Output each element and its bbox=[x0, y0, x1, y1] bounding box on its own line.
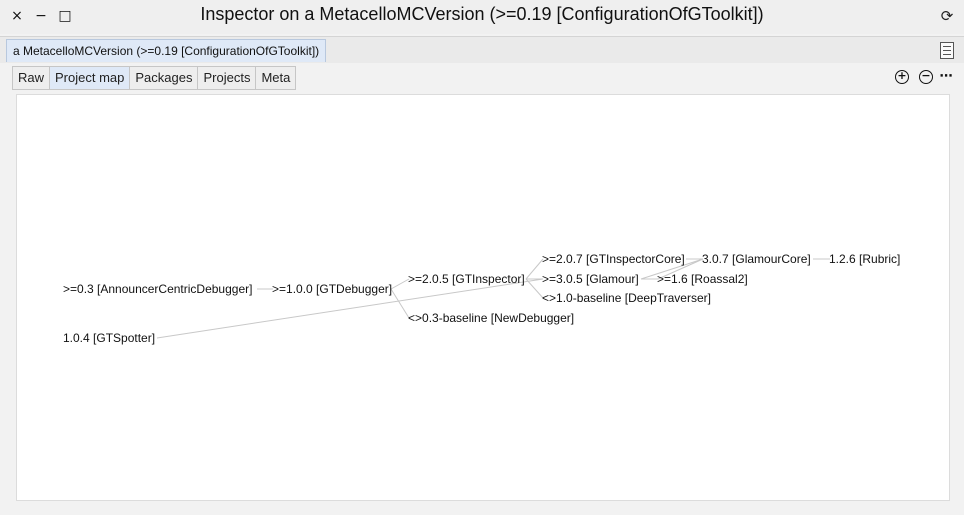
more-options-icon[interactable]: ⋯ bbox=[939, 70, 953, 84]
graph-node[interactable]: >=1.6 [Roassal2] bbox=[657, 272, 748, 286]
graph-node[interactable]: >=3.0.5 [Glamour] bbox=[542, 272, 639, 286]
graph-node[interactable]: >=2.0.5 [GTInspector] bbox=[408, 272, 525, 286]
edge-gtdebugger-newdebugger bbox=[390, 288, 410, 319]
graph-node[interactable]: >=0.3 [AnnouncerCentricDebugger] bbox=[63, 282, 252, 296]
tab-meta[interactable]: Meta bbox=[255, 66, 297, 90]
project-map-canvas[interactable]: >=0.3 [AnnouncerCentricDebugger] >=1.0.0… bbox=[16, 94, 950, 501]
dependency-edges bbox=[156, 258, 830, 339]
zoom-out-icon[interactable]: − bbox=[919, 70, 933, 84]
presentation-tabs: Raw Project map Packages Projects Meta bbox=[12, 66, 297, 90]
edge-gtdebugger-gtinspector bbox=[390, 278, 410, 290]
page-list-icon[interactable] bbox=[940, 42, 954, 59]
graph-node[interactable]: 1.2.6 [Rubric] bbox=[829, 252, 900, 266]
graph-node[interactable]: >=2.0.7 [GTInspectorCore] bbox=[542, 252, 685, 266]
edge-gtinspector-deeptraverser bbox=[525, 278, 544, 299]
graph-node[interactable]: >=1.0.0 [GTDebugger] bbox=[272, 282, 392, 296]
refresh-icon[interactable]: ⟳ bbox=[938, 7, 956, 25]
graph-node[interactable]: 1.0.4 [GTSpotter] bbox=[63, 331, 155, 345]
window-title: Inspector on a MetacelloMCVersion (>=0.1… bbox=[200, 4, 764, 24]
graph-node[interactable]: 3.0.7 [GlamourCore] bbox=[702, 252, 811, 266]
window-titlebar: × − □ Inspector on a MetacelloMCVersion … bbox=[0, 0, 964, 34]
inspector-page-bar: a MetacelloMCVersion (>=0.19 [Configurat… bbox=[0, 36, 964, 63]
tab-project-map[interactable]: Project map bbox=[49, 66, 130, 90]
graph-node[interactable]: <>0.3-baseline [NewDebugger] bbox=[408, 311, 574, 325]
zoom-in-icon[interactable]: + bbox=[895, 70, 909, 84]
tab-packages[interactable]: Packages bbox=[129, 66, 198, 90]
graph-node[interactable]: <>1.0-baseline [DeepTraverser] bbox=[542, 291, 711, 305]
edge-gtinspector-gtinspectorcore bbox=[525, 258, 544, 280]
page-tab-metacello-version[interactable]: a MetacelloMCVersion (>=0.19 [Configurat… bbox=[6, 39, 327, 62]
tab-raw[interactable]: Raw bbox=[12, 66, 50, 90]
tab-projects[interactable]: Projects bbox=[197, 66, 256, 90]
